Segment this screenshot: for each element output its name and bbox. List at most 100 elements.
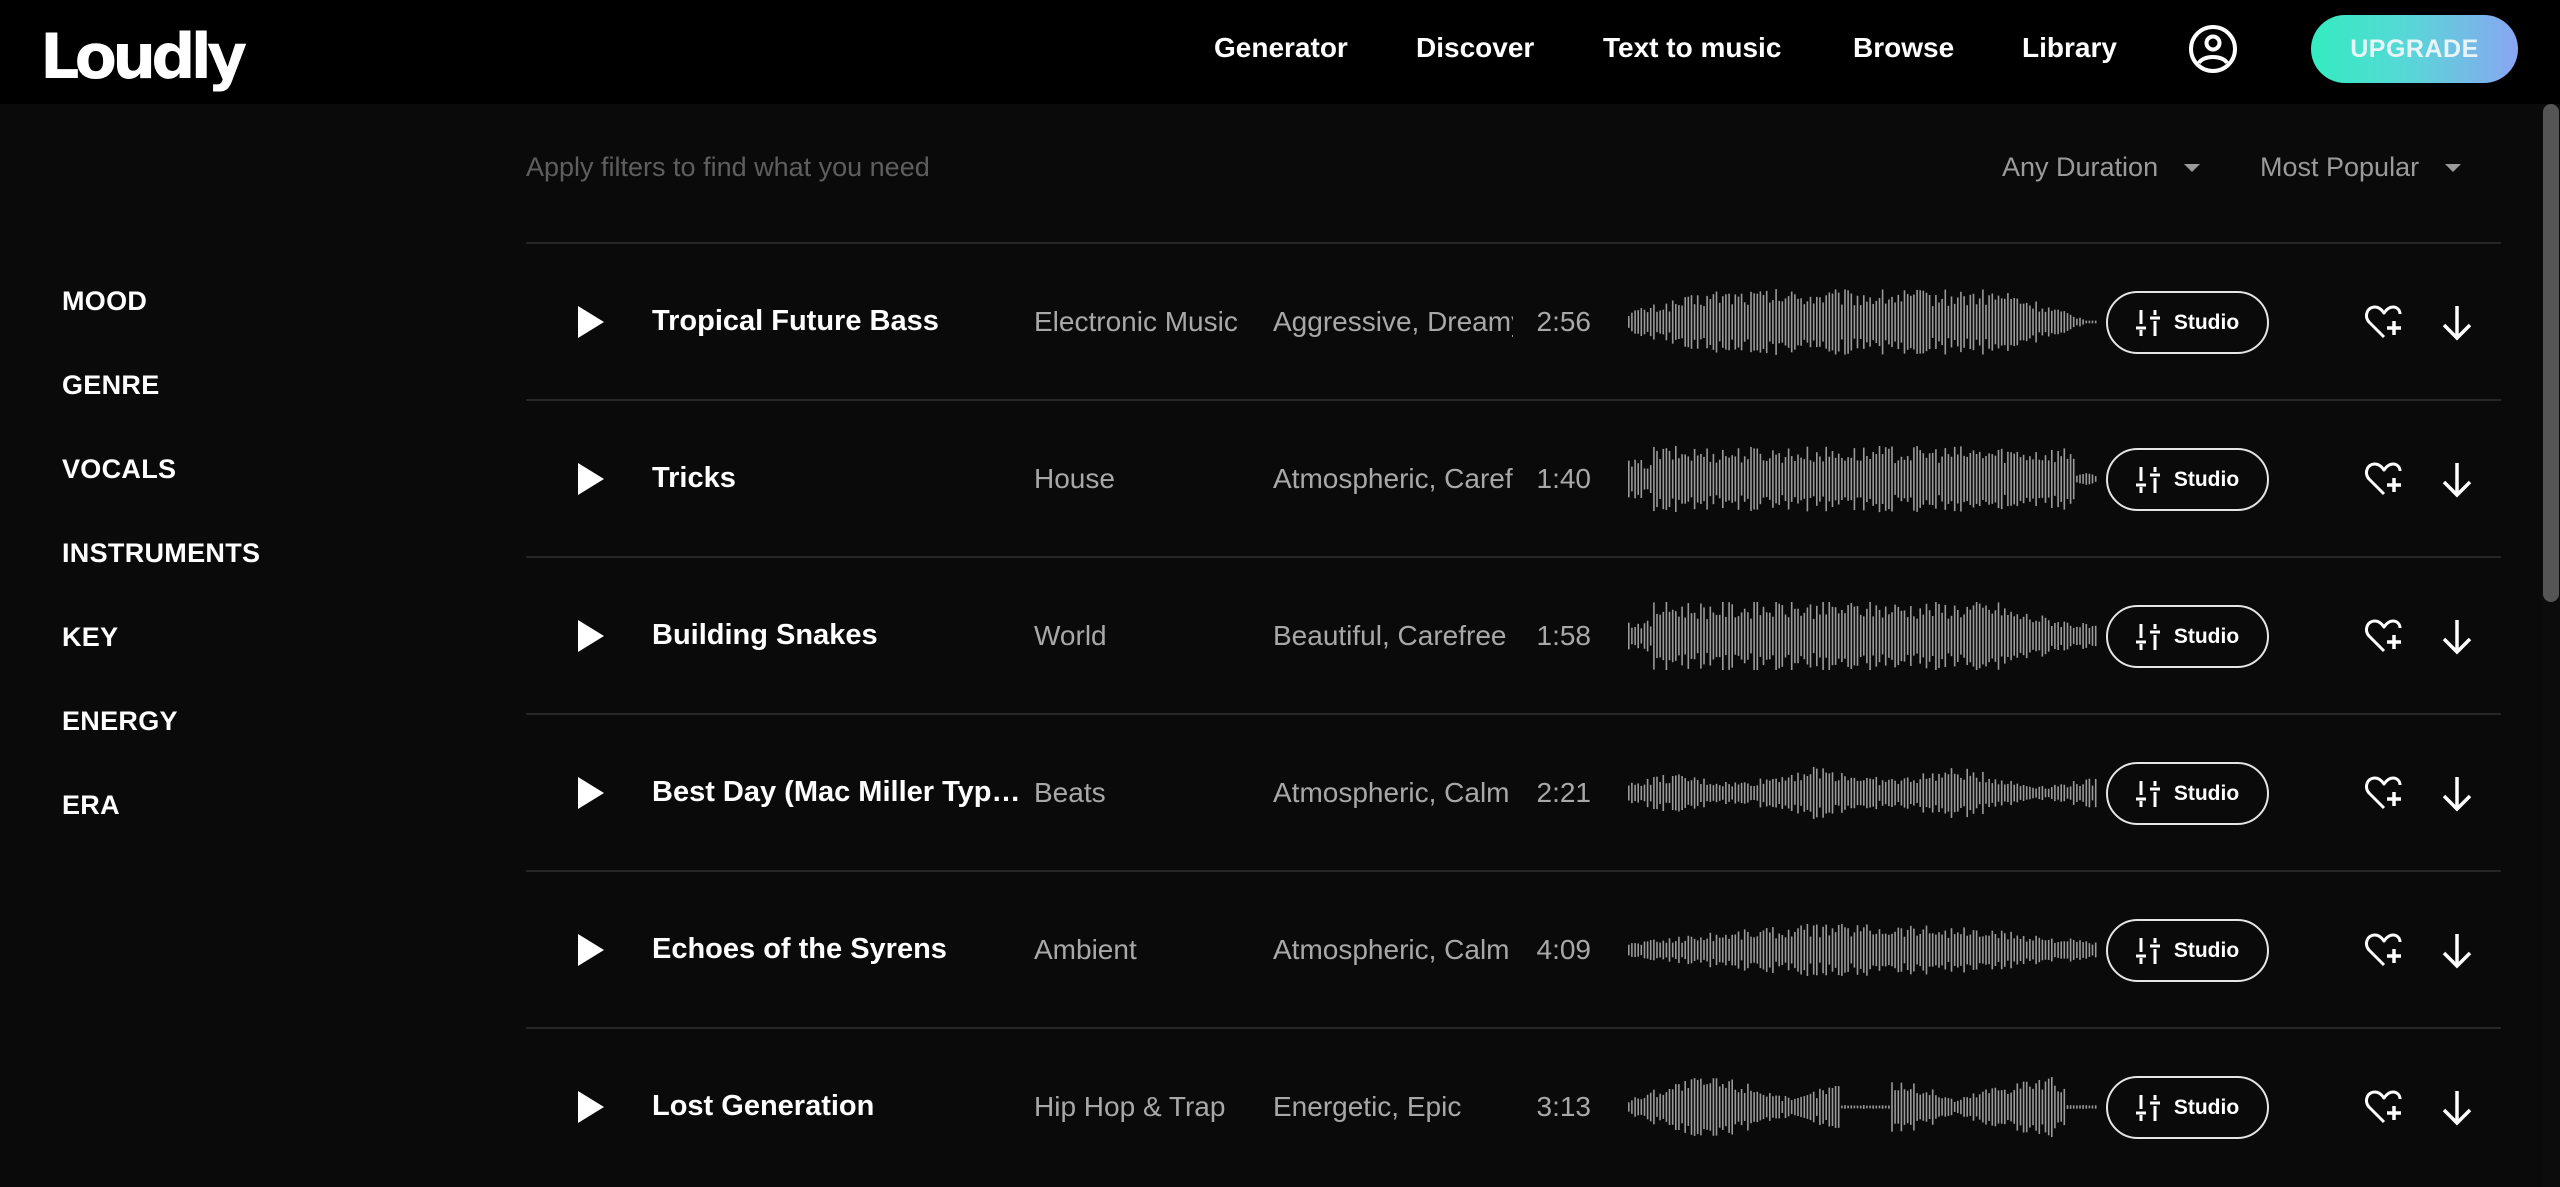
scrollbar-thumb[interactable] <box>2543 104 2559 603</box>
studio-button[interactable]: Studio <box>2106 448 2269 511</box>
upgrade-button[interactable]: UPGRADE <box>2311 15 2518 83</box>
download-arrow-icon[interactable] <box>2440 303 2474 343</box>
waveform-bar <box>1822 461 1824 497</box>
waveform-bar <box>1681 305 1683 339</box>
heart-plus-icon[interactable] <box>2364 931 2404 971</box>
waveform-bar <box>1800 1096 1802 1118</box>
track-title[interactable]: Tropical Future Bass <box>652 303 1032 339</box>
sidebar-item-era[interactable]: ERA <box>62 788 262 822</box>
heart-plus-icon[interactable] <box>2364 617 2404 657</box>
track-title[interactable]: Echoes of the Syrens <box>652 931 1032 967</box>
waveform[interactable] <box>1626 916 2100 984</box>
nav-link-generator[interactable]: Generator <box>1214 30 1348 66</box>
waveform-bar <box>1969 934 1972 966</box>
waveform-bar <box>1950 1098 1953 1116</box>
studio-button[interactable]: Studio <box>2106 1076 2269 1139</box>
waveform-bar <box>2094 942 2097 958</box>
waveform-bar <box>1872 779 1874 807</box>
nav-link-text-to-music[interactable]: Text to music <box>1603 30 1781 66</box>
play-icon[interactable] <box>574 618 608 654</box>
play-icon[interactable] <box>574 1089 608 1125</box>
nav-link-browse[interactable]: Browse <box>1853 30 1954 66</box>
play-icon[interactable] <box>574 775 608 811</box>
download-arrow-icon[interactable] <box>2440 931 2474 971</box>
track-genre[interactable]: House <box>1034 461 1259 497</box>
waveform-bar <box>1935 780 1937 806</box>
sidebar-item-mood[interactable]: MOOD <box>62 284 262 318</box>
play-icon[interactable] <box>574 304 608 340</box>
waveform[interactable] <box>1626 1073 2100 1141</box>
track-moods: Beautiful, Carefree <box>1273 620 1507 651</box>
waveform-bar <box>1931 1089 1934 1125</box>
waveform-bar <box>2076 475 2078 483</box>
play-icon[interactable] <box>574 932 608 968</box>
sidebar-item-vocals[interactable]: VOCALS <box>62 452 262 486</box>
download-arrow-icon[interactable] <box>2440 617 2474 657</box>
track-title[interactable]: Tricks <box>652 460 1032 496</box>
studio-button[interactable]: Studio <box>2106 291 2269 354</box>
waveform[interactable] <box>1626 288 2100 356</box>
play-icon[interactable] <box>574 461 608 497</box>
track-genre[interactable]: Beats <box>1034 775 1259 811</box>
waveform-bar <box>1765 779 1768 807</box>
waveform-bar <box>1684 778 1686 808</box>
waveform[interactable] <box>1626 602 2100 670</box>
duration-dropdown[interactable]: Any Duration <box>2002 150 2201 184</box>
sidebar-item-instruments[interactable]: INSTRUMENTS <box>62 536 261 570</box>
track-title[interactable]: Building Snakes <box>652 617 1032 653</box>
heart-plus-icon[interactable] <box>2364 1088 2404 1128</box>
download-arrow-icon[interactable] <box>2440 460 2474 500</box>
waveform-bar <box>1991 293 1994 351</box>
sidebar-item-energy[interactable]: ENERGY <box>62 704 262 738</box>
studio-button[interactable]: Studio <box>2106 919 2269 982</box>
waveform-bar <box>1922 773 1925 813</box>
waveform-bar <box>1753 937 1755 963</box>
waveform-bar <box>1737 784 1740 802</box>
waveform-bar <box>2094 625 2097 647</box>
track-genre[interactable]: Ambient <box>1034 932 1259 968</box>
heart-plus-icon[interactable] <box>2364 774 2404 814</box>
waveform-bar <box>1740 782 1743 803</box>
waveform-bar <box>1687 603 1690 669</box>
waveform-bar <box>1828 292 1831 352</box>
track-genre[interactable]: Hip Hop & Trap <box>1034 1089 1259 1125</box>
waveform[interactable] <box>1626 445 2100 513</box>
studio-button[interactable]: Studio <box>2106 605 2269 668</box>
waveform-bar <box>1665 783 1668 803</box>
sidebar-item-genre[interactable]: GENRE <box>62 368 262 402</box>
waveform-bar <box>1925 457 1928 501</box>
track-genre[interactable]: World <box>1034 618 1259 654</box>
waveform-bar <box>2029 1086 2031 1128</box>
waveform-bar <box>2082 474 2084 484</box>
waveform[interactable] <box>1626 759 2100 827</box>
waveform-bar <box>1706 295 1708 349</box>
heart-plus-icon[interactable] <box>2364 303 2404 343</box>
waveform-bar <box>1712 612 1715 660</box>
track-genre[interactable]: Electronic Music <box>1034 304 1259 340</box>
waveform-bar <box>1859 305 1862 339</box>
nav-link-library[interactable]: Library <box>2022 30 2117 66</box>
nav-link-discover[interactable]: Discover <box>1416 30 1534 66</box>
studio-button[interactable]: Studio <box>2106 762 2269 825</box>
waveform-bar <box>1784 614 1787 658</box>
track-title[interactable]: Best Day (Mac Miller Type Beat) <box>652 774 1032 810</box>
waveform-bar <box>1649 308 1652 337</box>
waveform-bar <box>1878 1105 1881 1109</box>
heart-plus-icon[interactable] <box>2364 460 2404 500</box>
waveform-bar <box>1875 933 1878 967</box>
loudly-logo[interactable]: Loudly <box>40 22 247 92</box>
sort-dropdown[interactable]: Most Popular <box>2260 150 2462 184</box>
waveform-bar <box>1856 1105 1859 1109</box>
waveform-bar <box>2072 781 2075 805</box>
waveform-bar <box>1928 453 1931 505</box>
waveform-bar <box>1928 933 1931 967</box>
user-circle-icon[interactable] <box>2188 24 2238 74</box>
waveform-bar <box>1900 456 1903 502</box>
waveform-bar <box>1637 623 1639 649</box>
waveform-bar <box>1928 295 1931 350</box>
waveform-bar <box>2069 625 2072 647</box>
download-arrow-icon[interactable] <box>2440 1088 2474 1128</box>
sidebar-item-key[interactable]: KEY <box>62 620 262 654</box>
track-title[interactable]: Lost Generation <box>652 1088 1032 1124</box>
download-arrow-icon[interactable] <box>2440 774 2474 814</box>
